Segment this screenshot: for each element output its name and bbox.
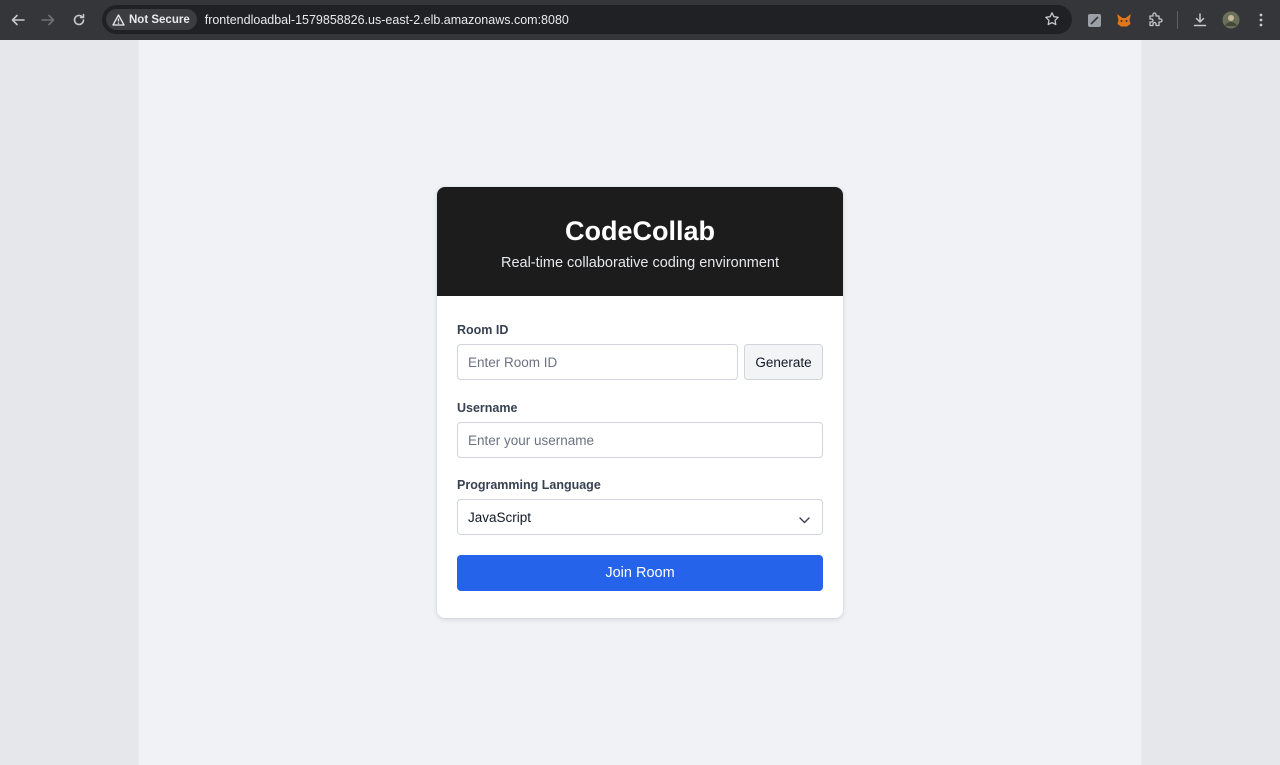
profile-avatar[interactable] — [1221, 10, 1241, 30]
username-label: Username — [457, 401, 518, 415]
security-label: Not Secure — [129, 13, 190, 26]
card-header: CodeCollab Real-time collaborative codin… — [437, 187, 843, 296]
security-chip[interactable]: Not Secure — [106, 9, 197, 30]
language-selected-value: JavaScript — [468, 509, 532, 525]
url-text[interactable]: frontendloadbal-1579858826.us-east-2.elb… — [205, 13, 569, 27]
back-icon[interactable] — [7, 9, 29, 31]
reload-icon[interactable] — [68, 9, 90, 31]
metamask-icon[interactable] — [1114, 10, 1134, 30]
chevron-down-icon — [799, 512, 810, 527]
warning-icon — [112, 13, 125, 26]
toolbar-divider — [1177, 11, 1178, 29]
menu-kebab-icon[interactable] — [1251, 10, 1271, 30]
extensions-puzzle-icon[interactable] — [1145, 10, 1165, 30]
join-room-card: CodeCollab Real-time collaborative codin… — [437, 187, 843, 618]
app-subtitle: Real-time collaborative coding environme… — [500, 255, 780, 271]
forward-icon[interactable] — [37, 9, 59, 31]
address-bar[interactable]: Not Secure frontendloadbal-1579858826.us… — [102, 5, 1072, 34]
download-icon[interactable] — [1190, 10, 1210, 30]
browser-toolbar: Not Secure frontendloadbal-1579858826.us… — [0, 0, 1280, 40]
extension-notes-icon[interactable] — [1084, 10, 1104, 30]
page-viewport: CodeCollab Real-time collaborative codin… — [0, 40, 1280, 765]
app-title: CodeCollab — [564, 216, 715, 246]
language-select[interactable]: JavaScript — [457, 499, 823, 535]
language-label: Programming Language — [457, 478, 601, 492]
username-input[interactable] — [457, 422, 823, 458]
room-id-input[interactable] — [457, 344, 738, 380]
room-id-label: Room ID — [457, 323, 509, 337]
join-room-button[interactable]: Join Room — [457, 555, 823, 591]
star-icon[interactable] — [1044, 11, 1060, 27]
generate-button[interactable]: Generate — [744, 344, 823, 380]
